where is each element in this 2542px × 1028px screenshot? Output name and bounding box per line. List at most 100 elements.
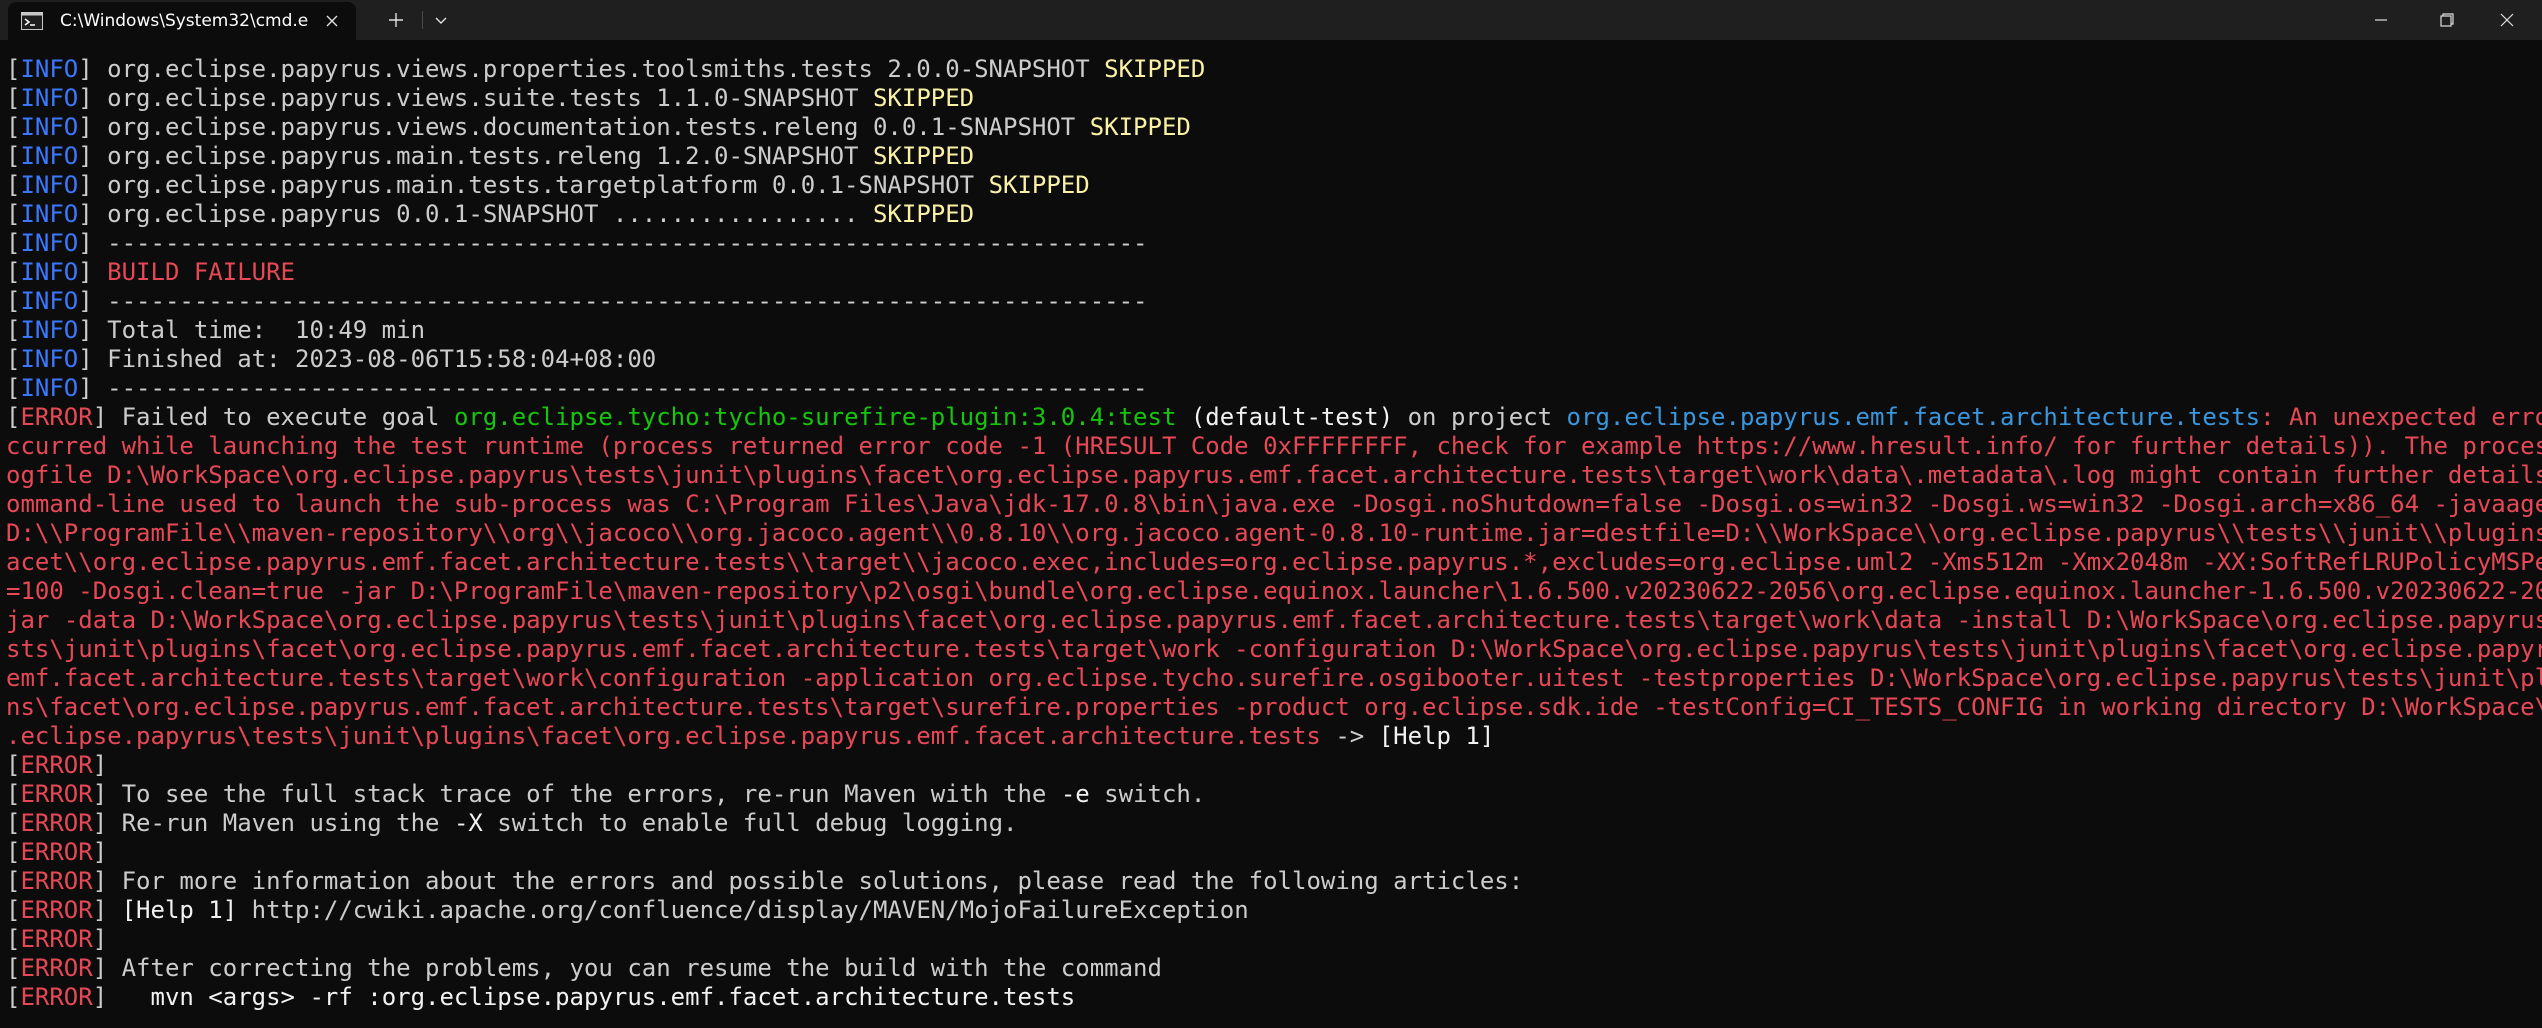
terminal-text: ] Finished at: 2023-08-06T15:58:04+08:00 <box>78 345 657 373</box>
tab-separator <box>422 11 423 29</box>
terminal-line: [INFO] org.eclipse.papyrus 0.0.1-SNAPSHO… <box>6 200 2536 229</box>
terminal-line: [INFO] org.eclipse.papyrus.views.documen… <box>6 113 2536 142</box>
terminal-text: [Help 1] <box>121 896 238 924</box>
terminal-text: INFO <box>20 316 79 344</box>
terminal-text: ERROR <box>20 896 93 924</box>
terminal-text: SKIPPED <box>872 142 975 170</box>
terminal-text: [ <box>6 229 21 257</box>
terminal-text: switch. <box>1089 780 1206 808</box>
terminal-text: [ <box>6 258 21 286</box>
terminal-line: [INFO] Total time: 10:49 min <box>6 316 2536 345</box>
terminal-text: SKIPPED <box>1104 55 1206 83</box>
terminal-text: -> <box>1320 722 1379 750</box>
terminal-text: INFO <box>20 258 79 286</box>
terminal-text: [ <box>6 838 21 866</box>
terminal-text: ] Total time: 10:49 min <box>78 316 426 344</box>
terminal-line: [INFO] ---------------------------------… <box>6 374 2536 403</box>
terminal-text: ] org.eclipse.papyrus.main.tests.releng … <box>78 142 873 170</box>
terminal-text: ERROR <box>20 780 93 808</box>
terminal-text: ] <box>92 925 108 953</box>
minimize-icon[interactable] <box>2346 0 2416 40</box>
terminal-text: [ <box>6 403 21 431</box>
terminal-line: [ERROR] Re-run Maven using the -X switch… <box>6 809 2536 838</box>
terminal-text: D:\\ProgramFile\\maven-repository\\org\\… <box>6 519 2542 547</box>
terminal-text: (default-test) <box>1176 403 1394 431</box>
terminal-text: ccurred while launching the test runtime… <box>6 432 2542 460</box>
terminal-text: [ <box>6 287 21 315</box>
terminal-line: .eclipse.papyrus\tests\junit\plugins\fac… <box>6 722 2536 751</box>
terminal-text: ] After correcting the problems, you can… <box>92 954 1162 982</box>
terminal-line: jar -data D:\WorkSpace\org.eclipse.papyr… <box>6 606 2542 635</box>
terminal-text: ] org.eclipse.papyrus.views.properties.t… <box>78 55 1105 83</box>
terminal-text: .eclipse.papyrus\tests\junit\plugins\fac… <box>6 722 1321 750</box>
terminal-text: SKIPPED <box>872 200 975 228</box>
terminal-line: [ERROR] Failed to execute goal org.eclip… <box>6 403 2542 432</box>
terminal-line: [INFO] org.eclipse.papyrus.main.tests.re… <box>6 142 2536 171</box>
terminal-line: [ERROR] <box>6 925 2536 954</box>
terminal-text: INFO <box>20 142 79 170</box>
terminal-text: INFO <box>20 287 79 315</box>
chevron-down-icon[interactable] <box>426 6 456 34</box>
cmd-icon <box>20 12 44 30</box>
terminal-text: SKIPPED <box>988 171 1090 199</box>
terminal-text: http://cwiki.apache.org/confluence/displ… <box>237 896 1249 924</box>
terminal-text: [ <box>6 809 21 837</box>
terminal-text: -X <box>453 809 483 837</box>
terminal-text: [ <box>6 345 21 373</box>
terminal-text: ERROR <box>20 954 93 982</box>
terminal-text: ns\facet\org.eclipse.papyrus.emf.facet.a… <box>6 693 2542 721</box>
terminal-text: ] org.eclipse.papyrus.views.documentatio… <box>78 113 1090 141</box>
terminal-line: ogfile D:\WorkSpace\org.eclipse.papyrus\… <box>6 461 2542 490</box>
terminal-text: [ <box>6 925 21 953</box>
terminal-text: ] --------------------------------------… <box>78 374 1148 402</box>
terminal-line: ccurred while launching the test runtime… <box>6 432 2542 461</box>
terminal-text: ERROR <box>20 867 93 895</box>
terminal-text: [ <box>6 55 21 83</box>
terminal-text: -e <box>1060 780 1090 808</box>
terminal-text: [Help 1] <box>1378 722 1495 750</box>
terminal-text: [ <box>6 983 21 1011</box>
terminal-output[interactable]: [INFO] org.eclipse.papyrus.views.propert… <box>6 55 2542 1012</box>
terminal-text: [ <box>6 84 21 112</box>
terminal-line: [INFO] org.eclipse.papyrus.main.tests.ta… <box>6 171 2536 200</box>
terminal-text: ERROR <box>20 809 93 837</box>
terminal-text: : An unexpected error o <box>2260 403 2542 431</box>
terminal-line: sts\junit\plugins\facet\org.eclipse.papy… <box>6 635 2542 664</box>
terminal-text: INFO <box>20 200 79 228</box>
terminal-text: [ <box>6 142 21 170</box>
terminal-text: SKIPPED <box>872 84 975 112</box>
close-icon[interactable] <box>320 9 344 33</box>
terminal-text: org.eclipse.papyrus.emf.facet.architectu… <box>1566 403 2261 431</box>
terminal-text: [ <box>6 751 21 779</box>
terminal-line: [INFO] Finished at: 2023-08-06T15:58:04+… <box>6 345 2536 374</box>
terminal-text: INFO <box>20 345 79 373</box>
terminal-line: [ERROR] <box>6 838 2536 867</box>
terminal-text: ] Re-run Maven using the <box>92 809 454 837</box>
terminal-line: ns\facet\org.eclipse.papyrus.emf.facet.a… <box>6 693 2542 722</box>
terminal-text: sts\junit\plugins\facet\org.eclipse.papy… <box>6 635 2542 663</box>
terminal-text: ERROR <box>20 925 93 953</box>
terminal-text: ] To see the full stack trace of the err… <box>92 780 1061 808</box>
terminal-line: [INFO] BUILD FAILURE <box>6 258 2536 287</box>
plus-icon[interactable] <box>378 6 414 34</box>
tab-cmd[interactable]: C:\Windows\System32\cmd.e <box>8 2 356 40</box>
terminal-text: ] <box>92 838 108 866</box>
window-close-icon[interactable] <box>2472 0 2542 40</box>
tab-title: C:\Windows\System32\cmd.e <box>60 11 309 31</box>
terminal-text: ] <box>92 896 122 924</box>
terminal-text: ERROR <box>20 403 93 431</box>
terminal-text: ogfile D:\WorkSpace\org.eclipse.papyrus\… <box>6 461 2542 489</box>
terminal-text: ERROR <box>20 838 93 866</box>
terminal-text: SKIPPED <box>1089 113 1191 141</box>
terminal-text: ] <box>78 258 108 286</box>
terminal-line: [ERROR] <box>6 751 2536 780</box>
terminal-text: BUILD FAILURE <box>107 258 295 286</box>
terminal-line: [INFO] org.eclipse.papyrus.views.propert… <box>6 55 2536 84</box>
terminal-line: [ERROR] To see the full stack trace of t… <box>6 780 2536 809</box>
terminal-text: switch to enable full debug logging. <box>482 809 1018 837</box>
terminal-line: [ERROR] For more information about the e… <box>6 867 2536 896</box>
terminal-text: [ <box>6 867 21 895</box>
terminal-line: [ERROR] [Help 1] http://cwiki.apache.org… <box>6 896 2536 925</box>
terminal-text: ] Failed to execute goal <box>92 403 454 431</box>
terminal-line: [ERROR] After correcting the problems, y… <box>6 954 2536 983</box>
